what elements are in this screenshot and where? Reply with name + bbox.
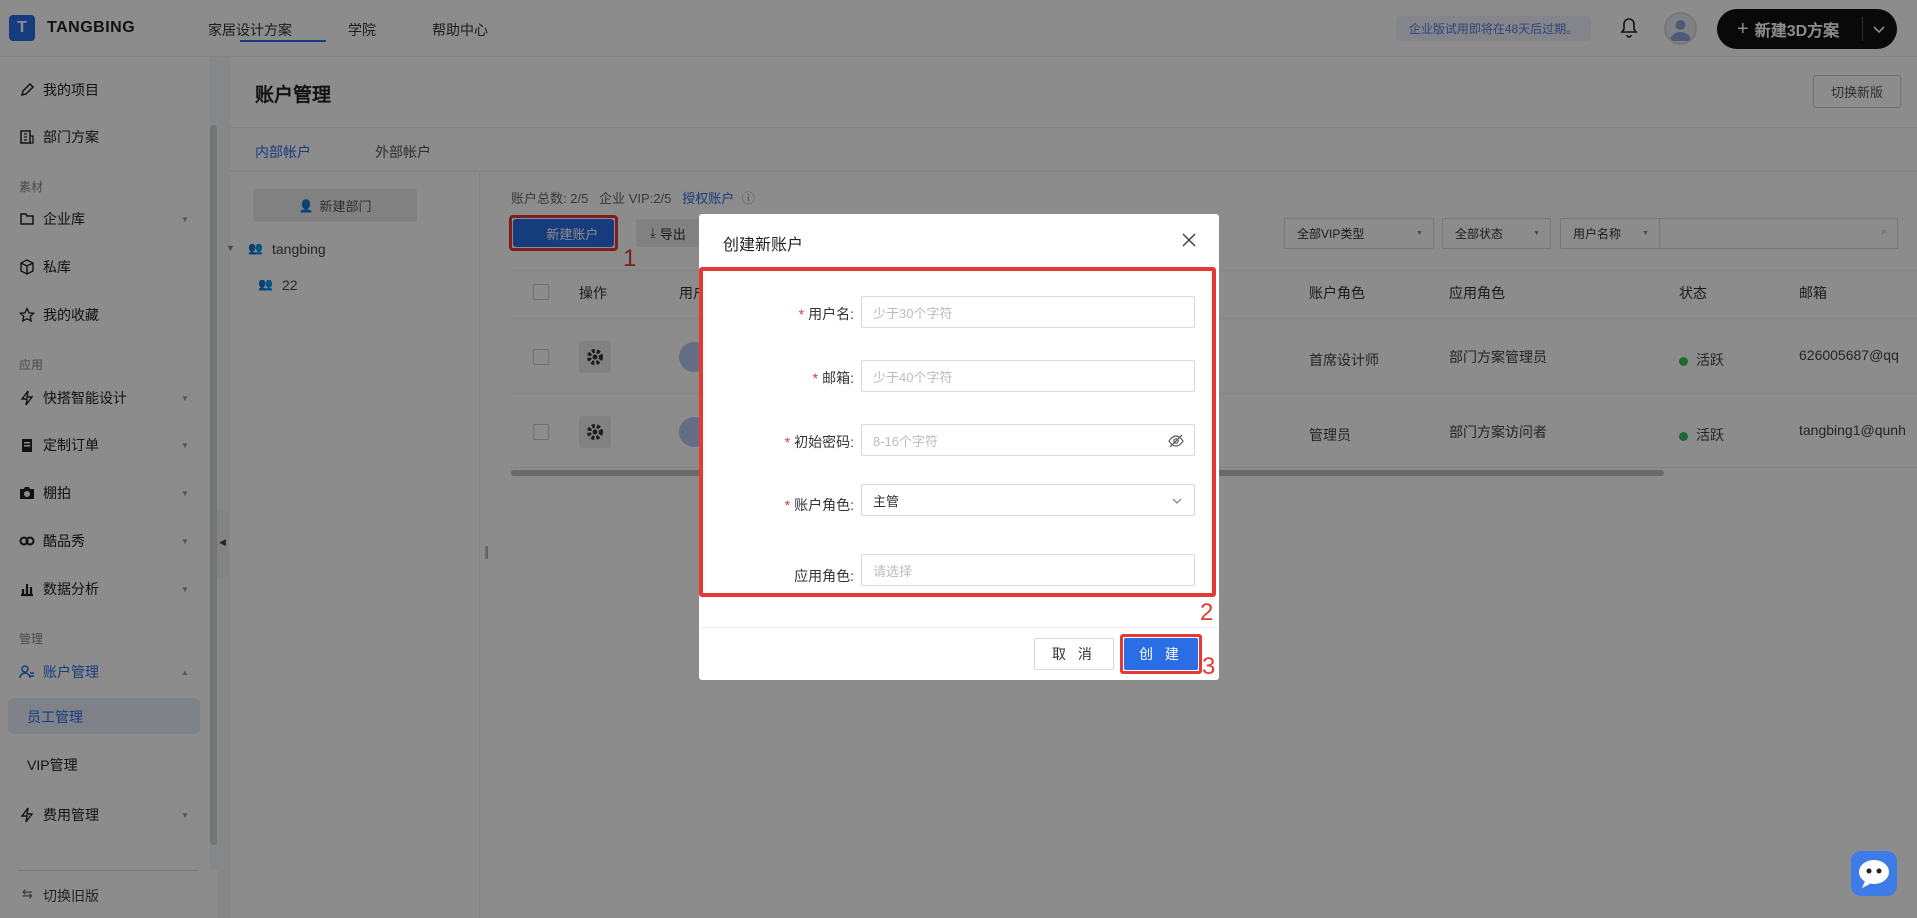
email-placeholder: 少于40个字符: [873, 369, 953, 385]
password-label: * 初始密码:: [704, 432, 854, 452]
annotation-number-3: 3: [1202, 653, 1216, 680]
account-role-label-text: 账户角色:: [794, 497, 854, 513]
account-role-select[interactable]: 主管: [861, 484, 1195, 516]
annotation-number-2: 2: [1200, 599, 1214, 626]
app-role-label-text: 应用角色:: [794, 568, 854, 584]
required-mark: *: [798, 306, 805, 322]
username-label: * 用户名:: [704, 304, 854, 324]
required-mark: *: [784, 434, 791, 450]
email-label: * 邮箱:: [704, 368, 854, 388]
username-placeholder: 少于30个字符: [873, 305, 953, 321]
account-role-label: * 账户角色:: [704, 495, 854, 515]
chat-icon: [1859, 860, 1889, 888]
app-role-label: 应用角色:: [704, 566, 854, 586]
chat-support-button[interactable]: [1851, 851, 1897, 896]
close-icon[interactable]: [1179, 230, 1199, 250]
eye-off-icon[interactable]: [1168, 433, 1184, 449]
chevron-down-icon: [1172, 498, 1182, 504]
email-label-text: 邮箱:: [822, 370, 854, 386]
cancel-button[interactable]: 取 消: [1034, 638, 1114, 670]
password-placeholder: 8-16个字符: [873, 433, 939, 449]
password-label-text: 初始密码:: [794, 434, 854, 450]
required-mark: *: [812, 370, 819, 386]
email-field[interactable]: 少于40个字符: [861, 360, 1195, 392]
username-label-text: 用户名:: [808, 306, 854, 322]
app-role-placeholder: 请选择: [873, 563, 913, 579]
dialog-footer-divider: [699, 627, 1219, 628]
app-role-select[interactable]: 请选择: [861, 554, 1195, 586]
account-role-value: 主管: [873, 493, 900, 509]
required-mark: *: [784, 497, 791, 513]
annotation-box-3: [1120, 634, 1202, 674]
password-field[interactable]: 8-16个字符: [861, 424, 1195, 456]
create-account-dialog: 创建新账户 * 用户名: 少于30个字符 * 邮箱: 少于40个字符 * 初始密码: …: [699, 214, 1219, 680]
dialog-title: 创建新账户: [723, 237, 804, 254]
username-field[interactable]: 少于30个字符: [861, 296, 1195, 328]
